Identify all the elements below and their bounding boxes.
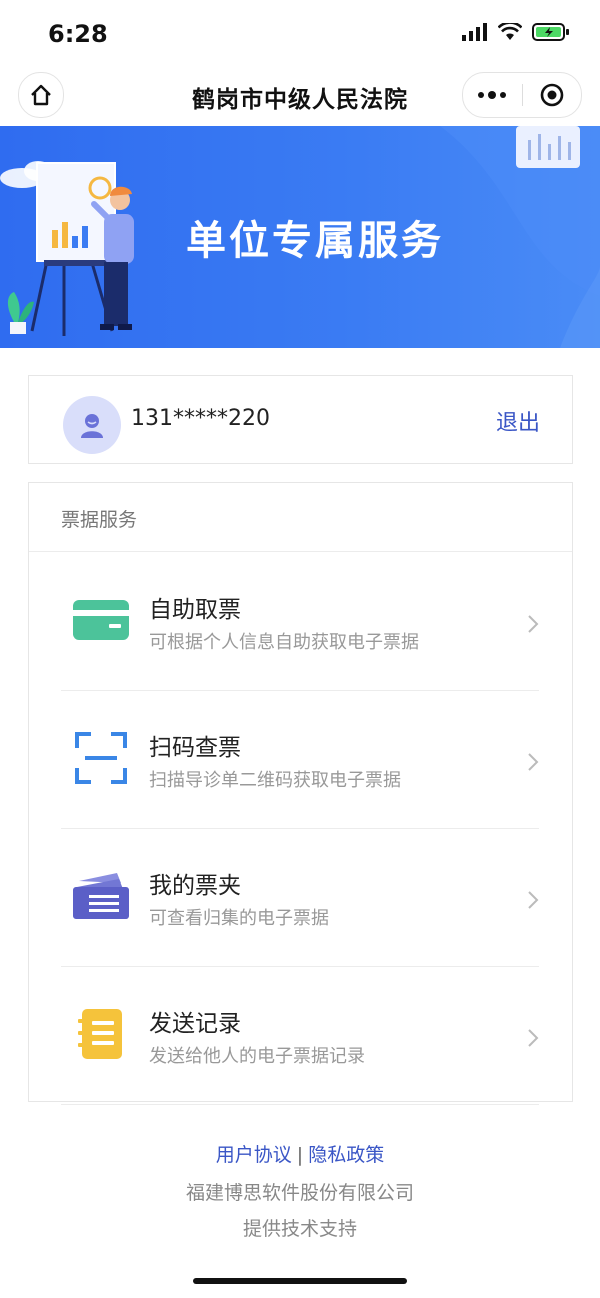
chevron-right-icon [528, 753, 539, 771]
card-icon [73, 596, 129, 644]
footer-separator: | [296, 1144, 304, 1166]
service-item-self-service[interactable]: 自助取票 可根据个人信息自助获取电子票据 [61, 552, 539, 691]
target-icon [540, 83, 564, 107]
status-icons [462, 22, 570, 42]
close-mini-program-button[interactable] [523, 73, 582, 117]
signal-icon [462, 23, 487, 41]
chevron-right-icon [528, 1029, 539, 1047]
service-item-ticket-folder[interactable]: 我的票夹 可查看归集的电子票据 [61, 828, 539, 967]
status-time: 6:28 [48, 20, 108, 48]
section-title: 票据服务 [61, 509, 138, 531]
wifi-icon [498, 23, 522, 40]
scan-icon [73, 732, 129, 784]
nav-bar: 鹤岗市中级人民法院 [0, 68, 600, 126]
more-button[interactable] [463, 73, 522, 117]
ticket-folder-icon [73, 872, 129, 920]
banner: 单位专属服务 [0, 126, 600, 348]
user-card: 131*****220 退出 [28, 375, 573, 464]
user-agreement-link[interactable]: 用户协议 [216, 1144, 292, 1166]
footer-company: 福建博思软件股份有限公司 [185, 1182, 414, 1204]
chevron-right-icon [528, 615, 539, 633]
service-title: 扫码查票 [149, 735, 241, 761]
footer-links: 用户协议 | 隐私政策 [0, 1140, 600, 1167]
more-icon [478, 91, 507, 99]
logout-button[interactable]: 退出 [496, 405, 540, 437]
service-subtitle: 发送给他人的电子票据记录 [149, 1046, 365, 1067]
battery-icon [532, 23, 569, 41]
section-header: 票据服务 [29, 483, 572, 552]
footer-support: 提供技术支持 [242, 1218, 357, 1240]
service-subtitle: 可查看归集的电子票据 [149, 908, 329, 929]
service-item-scan[interactable]: 扫码查票 扫描导诊单二维码获取电子票据 [61, 690, 539, 829]
avatar [63, 396, 121, 454]
mini-program-capsule [462, 72, 582, 118]
ticket-services-card: 票据服务 自助取票 可根据个人信息自助获取电子票据 扫码查票 扫描导诊单二维码获… [28, 482, 573, 1105]
service-subtitle: 扫描导诊单二维码获取电子票据 [149, 770, 401, 791]
service-title: 我的票夹 [149, 873, 241, 899]
chevron-right-icon [528, 891, 539, 909]
home-indicator [193, 1278, 407, 1284]
service-item-send-record[interactable]: 发送记录 发送给他人的电子票据记录 [61, 966, 539, 1105]
user-icon [81, 414, 103, 438]
status-bar: 6:28 [0, 0, 600, 68]
banner-title: 单位专属服务 [186, 218, 444, 264]
user-phone: 131*****220 [131, 406, 270, 431]
service-title: 自助取票 [149, 597, 241, 623]
privacy-policy-link[interactable]: 隐私政策 [308, 1144, 384, 1166]
service-title: 发送记录 [149, 1011, 241, 1037]
record-icon [73, 1009, 129, 1059]
service-subtitle: 可根据个人信息自助获取电子票据 [149, 632, 419, 653]
